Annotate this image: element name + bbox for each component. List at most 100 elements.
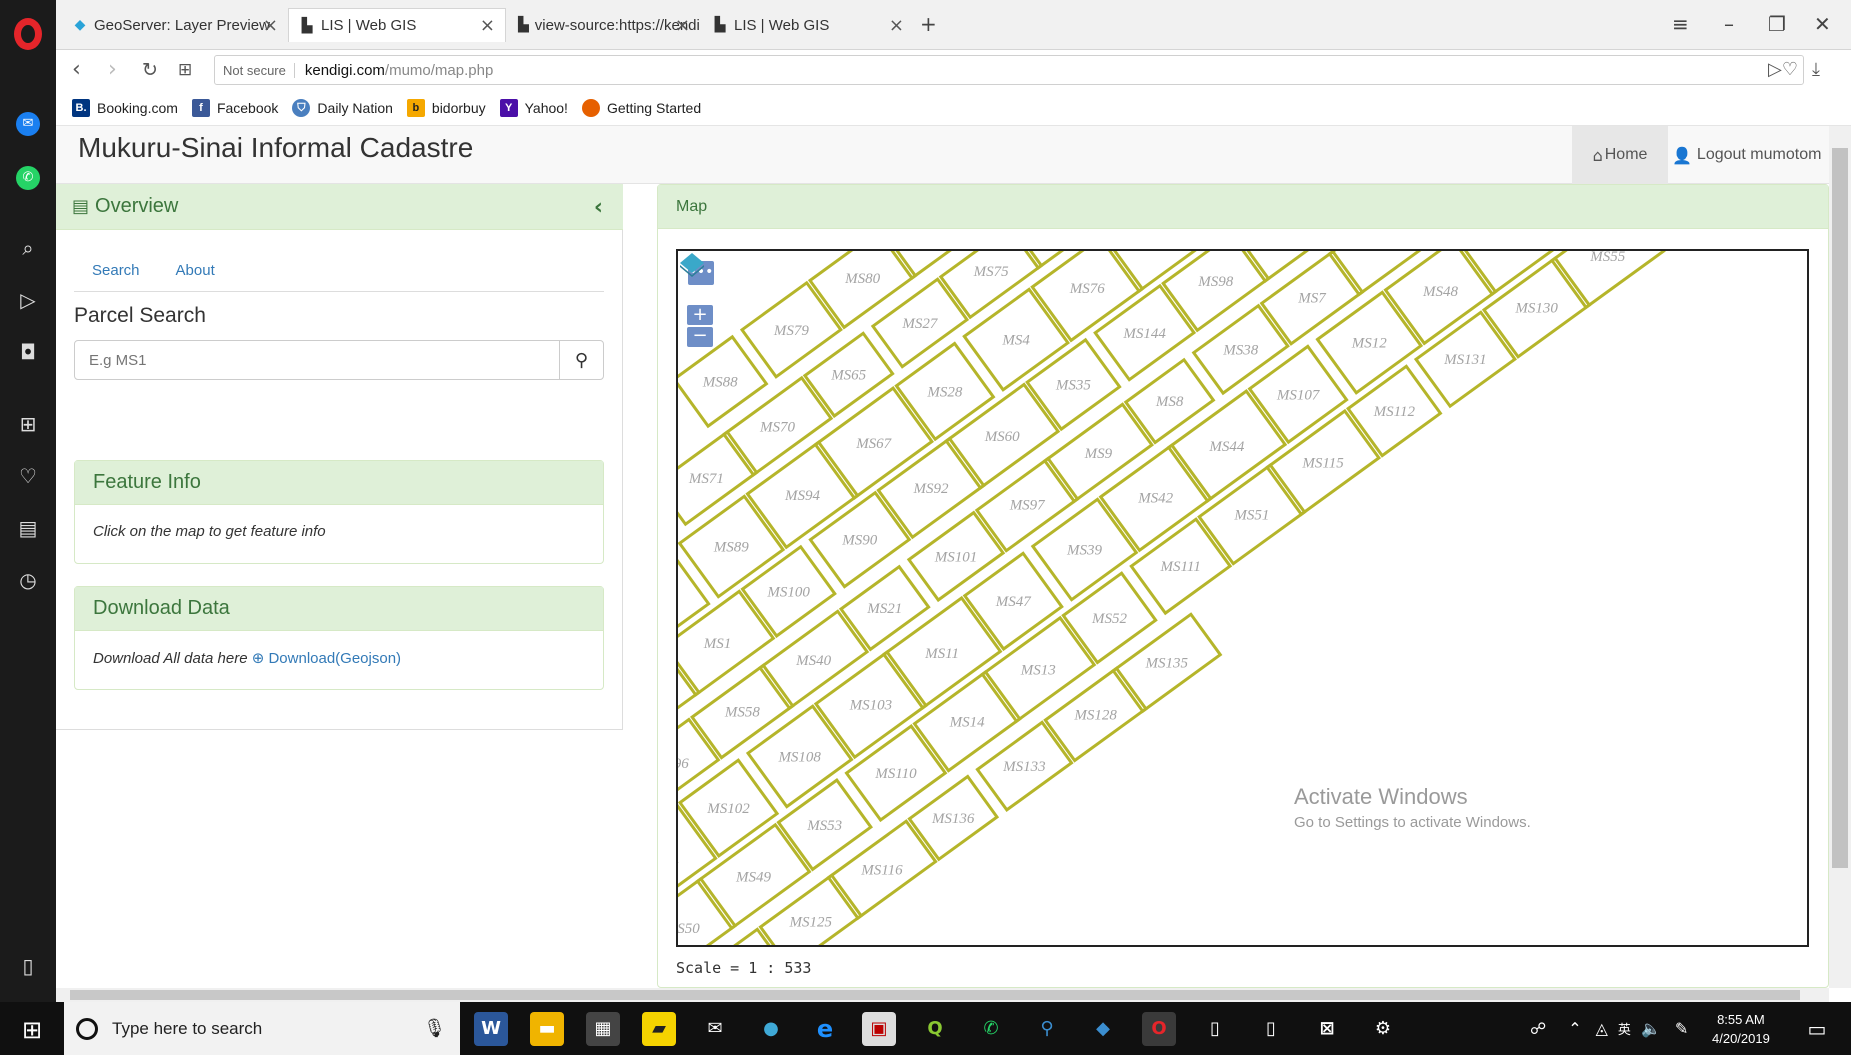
- browser-tab-view-source[interactable]: ▙ view-source:https://kendig ×: [508, 8, 700, 42]
- notification-center-icon[interactable]: ▭: [1800, 1012, 1834, 1046]
- sticky-notes-icon[interactable]: ▰: [642, 1012, 676, 1046]
- close-tab-icon[interactable]: ×: [889, 15, 904, 36]
- opera-logo-icon[interactable]: [14, 18, 42, 50]
- parcels-layer[interactable]: MS88MS79MS80MS73MS69MS74MS78MS71MS70MS65…: [678, 251, 1809, 947]
- parcel[interactable]: MS22: [1327, 251, 1437, 297]
- news-icon[interactable]: ▤: [16, 516, 40, 540]
- logout-link[interactable]: 👤 Logout mumotom: [1672, 126, 1821, 184]
- document-icon[interactable]: ▯: [1198, 1012, 1232, 1046]
- map-canvas[interactable]: MS88MS79MS80MS73MS69MS74MS78MS71MS70MS65…: [676, 249, 1809, 947]
- parcel[interactable]: MS103: [813, 650, 928, 760]
- tab-search[interactable]: Search: [74, 256, 158, 291]
- parcel-search-input[interactable]: [75, 341, 559, 379]
- heart-icon[interactable]: ♡: [16, 464, 40, 488]
- volume-icon[interactable]: 🔈: [1641, 1019, 1661, 1038]
- messenger-icon[interactable]: ✉: [16, 112, 40, 136]
- parcel[interactable]: MS90: [808, 490, 912, 589]
- app-blue-circle-icon[interactable]: ●: [754, 1012, 788, 1046]
- browser-tab-lis[interactable]: ▙ LIS | Web GIS ×: [702, 8, 914, 42]
- download-geojson-link[interactable]: ⊕ Download(Geojson): [252, 649, 401, 667]
- zoom-in-button[interactable]: +: [687, 305, 713, 325]
- parcel[interactable]: MS116: [826, 819, 938, 921]
- parcel[interactable]: MS44: [1166, 389, 1288, 503]
- minimize-icon[interactable]: –: [1724, 12, 1734, 36]
- bookmark-bidorbuy[interactable]: b bidorbuy: [406, 98, 486, 117]
- pdf-icon[interactable]: ▣: [862, 1012, 896, 1046]
- document-icon[interactable]: ▯: [1254, 1012, 1288, 1046]
- parcel[interactable]: MS1: [678, 589, 776, 697]
- tab-menu-icon[interactable]: ≡: [1672, 12, 1689, 36]
- scroll-thumb[interactable]: [70, 990, 1800, 1000]
- bookmark-getting-started[interactable]: Getting Started: [581, 98, 701, 117]
- parcel[interactable]: MS130: [1481, 256, 1592, 359]
- microphone-icon[interactable]: 🎙: [423, 1018, 446, 1039]
- calculator-icon[interactable]: ▦: [586, 1012, 620, 1046]
- language-icon[interactable]: 英: [1618, 1019, 1631, 1038]
- parcel[interactable]: MS111: [1129, 517, 1233, 616]
- camera-icon[interactable]: ◘: [16, 340, 40, 364]
- sidebar-toggle-icon[interactable]: ▯: [16, 954, 40, 978]
- people-icon[interactable]: ☍: [1530, 1019, 1546, 1038]
- bookmark-booking[interactable]: B. Booking.com: [72, 98, 178, 117]
- pen-icon[interactable]: ✎: [1675, 1019, 1688, 1038]
- word-icon[interactable]: W: [474, 1012, 508, 1046]
- horizontal-scrollbar[interactable]: [56, 988, 1829, 1002]
- new-tab-icon[interactable]: +: [920, 12, 937, 36]
- file-explorer-icon[interactable]: ▬: [530, 1012, 564, 1046]
- history-icon[interactable]: ◷: [16, 568, 40, 592]
- search-icon[interactable]: ⌕: [16, 236, 40, 260]
- forward-icon[interactable]: ›: [108, 57, 117, 82]
- parcel[interactable]: MS51: [1197, 463, 1307, 566]
- parcel[interactable]: MS89: [678, 494, 786, 599]
- edge-icon[interactable]: e: [808, 1012, 842, 1046]
- taskbar-clock[interactable]: 8:55 AM 4/20/2019: [1712, 1010, 1770, 1048]
- close-tab-icon[interactable]: ×: [480, 15, 495, 36]
- maximize-icon[interactable]: ❐: [1768, 12, 1786, 36]
- home-link[interactable]: ⌂ Home: [1572, 126, 1668, 184]
- parcel[interactable]: MS39: [1030, 497, 1139, 602]
- parcel[interactable]: MS42: [1098, 443, 1213, 553]
- bookmark-yahoo[interactable]: Y Yahoo!: [499, 98, 568, 117]
- parcel[interactable]: MS135: [1111, 612, 1223, 714]
- close-window-icon[interactable]: ✕: [1814, 12, 1831, 36]
- parcel[interactable]: MS94: [745, 440, 860, 550]
- mail-icon[interactable]: ✉: [698, 1012, 732, 1046]
- python-icon[interactable]: ◆: [1086, 1012, 1120, 1046]
- parcel[interactable]: MS92: [876, 436, 986, 540]
- whatsapp-icon[interactable]: ✆: [974, 1012, 1008, 1046]
- parcel[interactable]: MS40: [758, 609, 870, 711]
- whatsapp-icon[interactable]: ✆: [16, 166, 40, 190]
- url-field[interactable]: Not secure kendigi.com/mumo/map.php: [214, 55, 1804, 85]
- not-secure-label[interactable]: Not secure: [223, 62, 295, 78]
- opera-icon[interactable]: O: [1142, 1012, 1176, 1046]
- parcel[interactable]: MS75: [938, 251, 1044, 320]
- parcel[interactable]: MS9: [1042, 402, 1154, 504]
- parcel[interactable]: MS131: [1413, 310, 1517, 409]
- parcel[interactable]: MS50: [678, 876, 738, 947]
- snapshot-heart-icon[interactable]: ▷♡: [1768, 59, 1798, 80]
- parcel[interactable]: MS71: [678, 429, 759, 527]
- bookmark-daily-nation[interactable]: ⛉ Daily Nation: [292, 98, 393, 117]
- vertical-scrollbar[interactable]: [1829, 126, 1851, 988]
- parcel[interactable]: MS70: [721, 375, 834, 477]
- send-icon[interactable]: ▷: [16, 288, 40, 312]
- parcel[interactable]: MS108: [745, 704, 854, 809]
- close-tab-icon[interactable]: ×: [263, 15, 278, 36]
- parcel[interactable]: MS112: [1346, 364, 1443, 458]
- parcel-outline[interactable]: [758, 873, 864, 947]
- scroll-thumb[interactable]: [1832, 148, 1848, 868]
- search-button[interactable]: ⚲: [559, 341, 603, 379]
- parcel-outline[interactable]: [938, 251, 1044, 320]
- zoom-out-button[interactable]: −: [687, 327, 713, 347]
- store-icon[interactable]: ⊠: [1310, 1012, 1344, 1046]
- parcel[interactable]: MS4: [962, 287, 1070, 392]
- bookmark-facebook[interactable]: f Facebook: [191, 98, 278, 117]
- parcel[interactable]: MS110: [844, 724, 948, 823]
- parcel[interactable]: MS144: [1093, 283, 1197, 382]
- windows-start-icon[interactable]: ⊞: [22, 1016, 42, 1044]
- speed-dial-icon[interactable]: ⊞: [16, 412, 40, 436]
- parcel[interactable]: MS12: [1315, 290, 1424, 395]
- tab-about[interactable]: About: [158, 256, 233, 291]
- app-title[interactable]: Mukuru-Sinai Informal Cadastre: [78, 132, 473, 164]
- parcel-outline[interactable]: [1327, 251, 1437, 297]
